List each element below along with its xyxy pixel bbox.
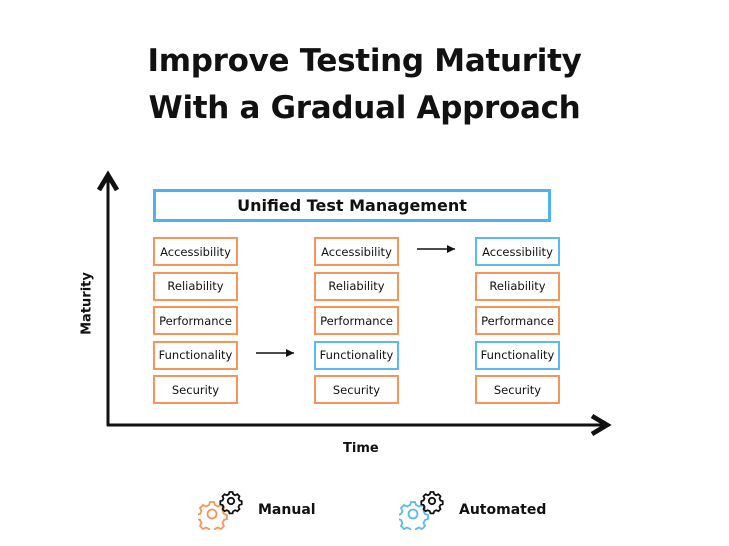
stage-box-accessibility-manual: Accessibility xyxy=(153,237,238,266)
stage-box-performance-manual: Performance xyxy=(153,306,238,335)
stage-box-accessibility-automated: Accessibility xyxy=(475,237,560,266)
x-axis-label: Time xyxy=(343,441,379,456)
stage-box-reliability-manual: Reliability xyxy=(153,271,238,301)
unified-test-management-banner: Unified Test Management xyxy=(153,189,551,222)
stage-box-functionality-automated: Functionality xyxy=(314,340,399,370)
legend-manual-label: Manual xyxy=(258,502,316,518)
stage-column-2: Accessibility Reliability Performance Fu… xyxy=(314,237,399,410)
stage-box-security-manual: Security xyxy=(153,375,238,404)
y-axis-label: Maturity xyxy=(79,272,95,335)
stage-box-reliability-manual: Reliability xyxy=(314,271,399,301)
stage-column-3: Accessibility Reliability Performance Fu… xyxy=(475,237,560,410)
legend-manual: Manual xyxy=(198,490,316,530)
stage-box-functionality-manual: Functionality xyxy=(153,340,238,370)
legend-automated-label: Automated xyxy=(459,502,547,518)
stage-box-security-manual: Security xyxy=(314,375,399,404)
stage-box-accessibility-manual: Accessibility xyxy=(314,237,399,266)
gears-blue-icon xyxy=(399,491,444,530)
stage-box-functionality-automated: Functionality xyxy=(475,340,560,370)
stage-box-performance-manual: Performance xyxy=(314,306,399,335)
stage-box-security-manual: Security xyxy=(475,375,560,404)
stage-box-performance-manual: Performance xyxy=(475,306,560,335)
gears-orange-icon xyxy=(198,491,243,530)
legend-automated: Automated xyxy=(399,490,546,530)
stage-box-reliability-manual: Reliability xyxy=(475,271,560,301)
stage-column-1: Accessibility Reliability Performance Fu… xyxy=(153,237,238,410)
